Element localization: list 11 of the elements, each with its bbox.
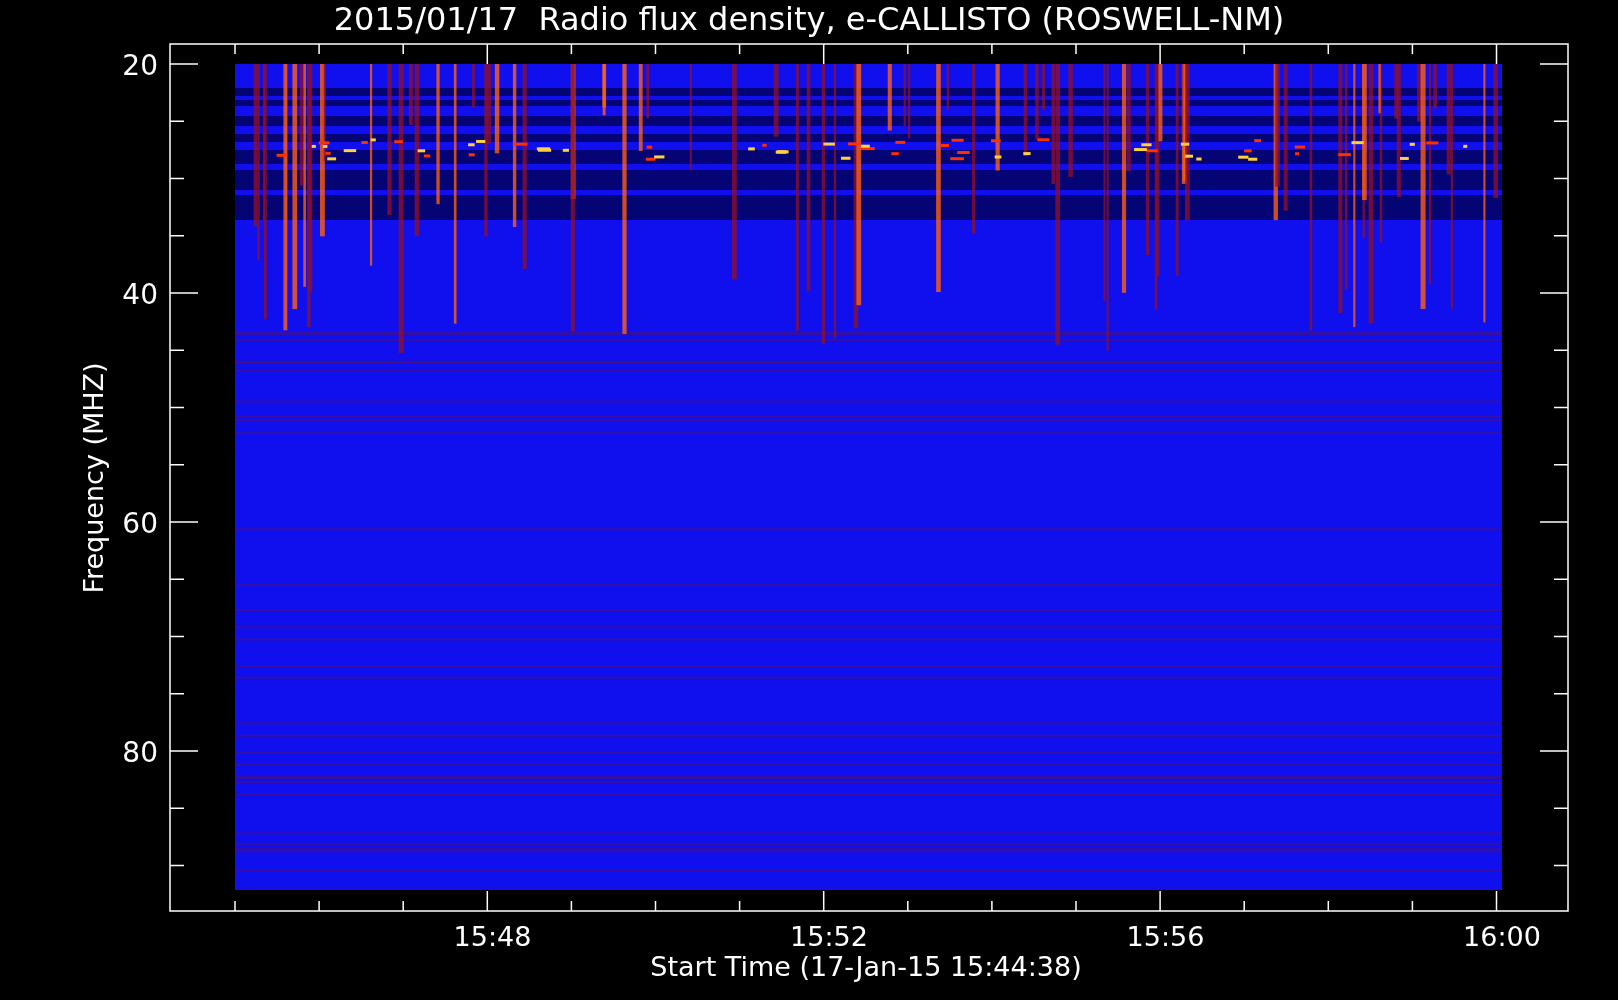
y-tick-label: 60 [122,507,158,540]
x-tick-label: 15:48 [453,921,532,952]
chart-title: 2015/01/17 Radio flux density, e-CALLISTO (ROSWELL-NM) [333,0,1285,38]
x-tick-label: 16:00 [1463,921,1541,952]
y-tick-label: 80 [122,736,158,769]
y-tick-label: 20 [122,49,158,82]
y-axis-label: Frequency (MHZ) [78,362,109,594]
x-tick-label: 15:52 [790,921,868,952]
y-tick-label: 40 [122,278,158,311]
x-axis-label: Start Time (17-Jan-15 15:44:38) [650,951,1082,982]
x-tick-label: 15:56 [1126,921,1205,952]
